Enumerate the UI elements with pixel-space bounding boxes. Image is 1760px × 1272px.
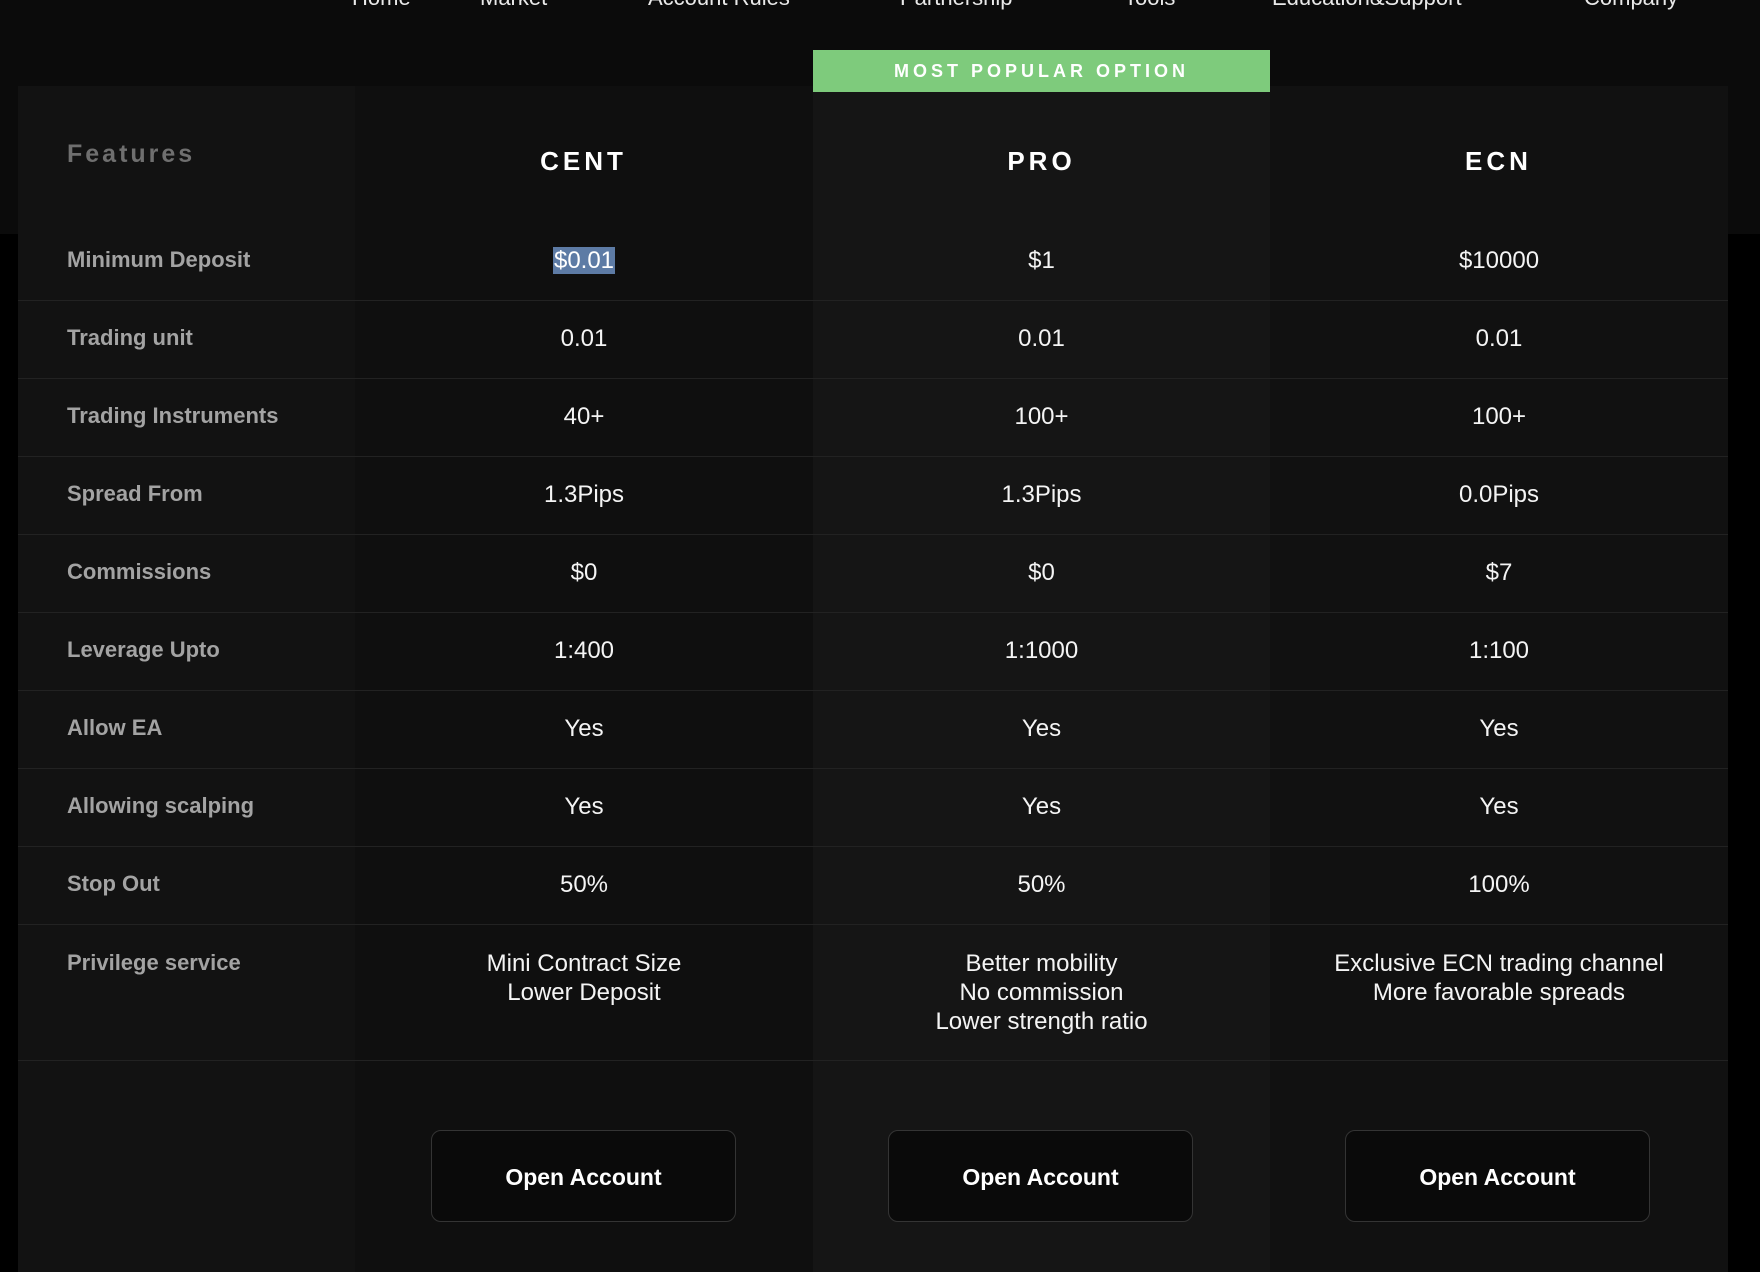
table-row-allowing-scalping: Allowing scalping Yes Yes Yes [18,768,1728,847]
nav-account-rules[interactable]: Account Rules [648,0,790,10]
cell-pro: 1:1000 [1004,637,1079,664]
cell-pro: Yes [1021,715,1062,742]
row-label: Stop Out [67,871,160,896]
cell-cent: 1.3Pips [543,481,625,508]
table-row-privilege-service: Privilege service Mini Contract Size Low… [18,924,1728,1061]
table-row-trading-instruments: Trading Instruments 40+ 100+ 100+ [18,378,1728,457]
nav-market[interactable]: Market [480,0,547,10]
privilege-line: More favorable spreads [1372,979,1626,1006]
cell-cent: 1:400 [553,637,615,664]
privilege-line: Better mobility [965,950,1118,977]
cell-cent: $0.01 [355,246,813,275]
privilege-line: Lower Deposit [507,979,661,1006]
privilege-line: Lower strength ratio [935,1008,1148,1035]
cell-cent: Mini Contract Size Lower Deposit [355,949,813,1007]
open-account-button-ecn[interactable]: Open Account [1345,1130,1650,1222]
plan-name-pro: PRO [1007,146,1076,176]
cell-cent: 0.01 [560,325,608,352]
cell-cent: $0 [570,559,598,586]
cell-ecn: 0.0Pips [1458,481,1540,508]
cell-cent: 50% [559,871,609,898]
cell-pro: Yes [1021,793,1062,820]
cell-ecn: 0.01 [1475,325,1523,352]
cell-cent: Yes [564,793,604,820]
nav-company[interactable]: Company [1584,0,1678,10]
row-label: Trading Instruments [67,403,279,428]
cell-cent: Yes [564,715,604,742]
cell-ecn: Yes [1479,793,1519,820]
privilege-line: Exclusive ECN trading channel [1334,950,1664,977]
cell-ecn: Exclusive ECN trading channel More favor… [1270,949,1728,1007]
nav-partnership[interactable]: Partnership [900,0,1013,10]
features-heading: Features [67,140,196,168]
plan-name-ecn: ECN [1465,146,1532,176]
table-row-spread-from: Spread From 1.3Pips 1.3Pips 0.0Pips [18,456,1728,535]
table-row-leverage-upto: Leverage Upto 1:400 1:1000 1:100 [18,612,1728,691]
row-label: Spread From [67,481,203,506]
row-label: Allow EA [67,715,163,740]
cell-cent: 40+ [563,403,605,430]
cell-pro: $1 [1028,247,1055,274]
cell-pro: $0 [1028,559,1055,586]
row-label: Allowing scalping [67,793,255,818]
row-label: Commissions [67,559,212,584]
cell-ecn: $7 [1485,559,1513,586]
cell-pro: 1.3Pips [1001,481,1082,508]
nav-home[interactable]: Home [352,0,411,10]
cell-ecn: 100% [1468,871,1530,898]
table-row-allow-ea: Allow EA Yes Yes Yes [18,690,1728,769]
cell-ecn: Yes [1479,715,1519,742]
cell-ecn: $10000 [1458,247,1540,274]
table-row-minimum-deposit: Minimum Deposit $0.01 $1 $10000 [18,222,1728,301]
most-popular-banner: MOST POPULAR OPTION [813,50,1270,92]
cell-pro: 100+ [1014,403,1069,430]
open-account-button-cent[interactable]: Open Account [431,1130,736,1222]
row-label: Minimum Deposit [67,247,251,272]
cell-ecn: 1:100 [1468,637,1530,664]
cell-pro: 0.01 [1018,325,1065,352]
cell-pro: 50% [1017,871,1066,898]
cell-pro: Better mobility No commission Lower stre… [813,949,1270,1036]
plan-name-cent: CENT [540,146,627,176]
nav-education-support[interactable]: Education&Support [1272,0,1462,10]
table-row-commissions: Commissions $0 $0 $7 [18,534,1728,613]
row-label: Leverage Upto [67,637,220,662]
table-row-trading-unit: Trading unit 0.01 0.01 0.01 [18,300,1728,379]
cell-ecn: 100+ [1471,403,1527,430]
table-row-stop-out: Stop Out 50% 50% 100% [18,846,1728,925]
row-label: Trading unit [67,325,193,350]
account-comparison-page: Home Market Account Rules Partnership To… [0,0,1760,1272]
selected-text: $0.01 [552,247,616,274]
privilege-line: No commission [959,979,1124,1006]
privilege-line: Mini Contract Size [486,950,682,977]
open-account-button-pro[interactable]: Open Account [888,1130,1193,1222]
row-label: Privilege service [67,950,241,975]
nav-tools[interactable]: Tools [1124,0,1175,10]
